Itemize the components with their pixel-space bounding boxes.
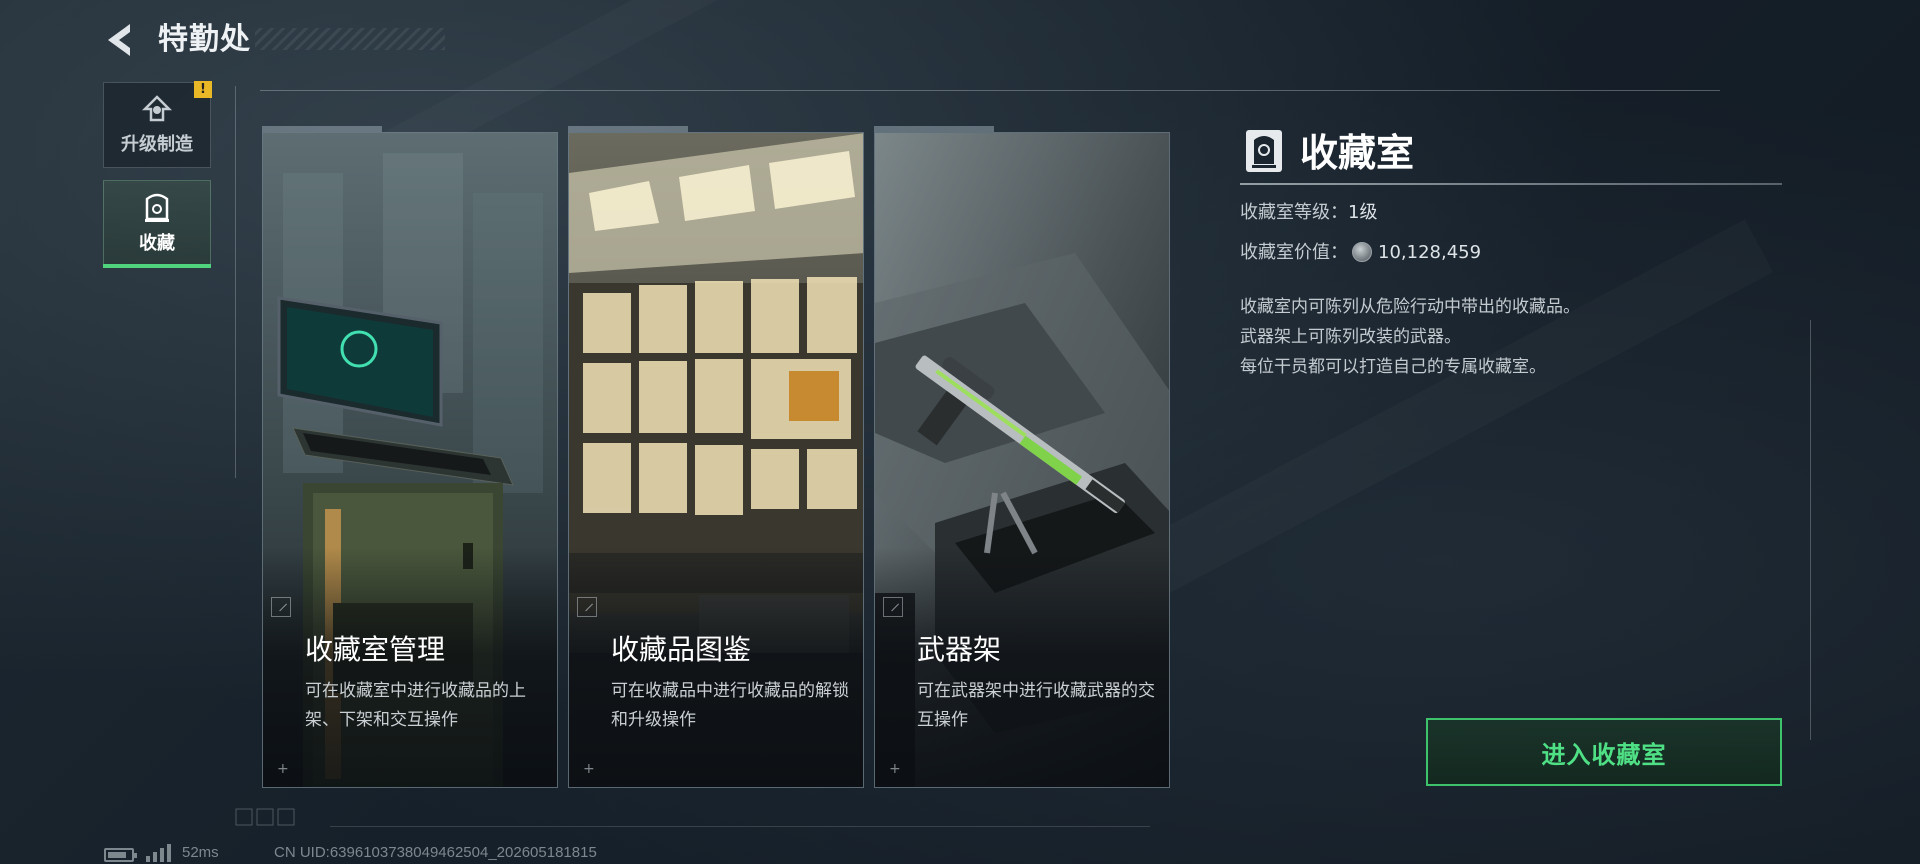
battery-icon [104,848,137,862]
panel-description: 收藏室内可陈列从危险行动中带出的收藏品。 武器架上可陈列改装的武器。 每位干员都… [1240,292,1580,382]
card-weapon-rack[interactable]: 武器架 可在武器架中进行收藏武器的交互操作 + [874,132,1170,788]
signal-icon [146,844,171,862]
plus-icon: + [889,761,901,777]
card-title: 收藏品图鉴 [611,633,752,666]
expand-icon [271,597,291,617]
sidebar-item-collection[interactable]: 收藏 [103,180,211,268]
upgrade-icon [141,95,173,122]
card-description: 可在收藏品中进行收藏品的解锁和升级操作 [611,681,849,730]
description-line: 收藏室内可陈列从危险行动中带出的收藏品。 [1240,297,1580,317]
level-value: 1级 [1348,202,1378,223]
sidebar-item-label: 收藏 [139,233,175,254]
collection-value-row: 收藏室价值： 10,128,459 [1240,241,1481,265]
card-title: 武器架 [917,633,1002,666]
card-description: 可在武器架中进行收藏武器的交互操作 [917,681,1155,730]
value-amount: 10,128,459 [1378,242,1482,263]
divider [1810,320,1811,740]
card-title: 收藏室管理 [305,633,446,666]
enter-button-label: 进入收藏室 [1541,740,1667,769]
plus-icon: + [277,761,289,777]
panel-title: 收藏室 [1300,131,1415,175]
collection-room-icon [1246,130,1282,172]
card-collection-management[interactable]: 收藏室管理 可在收藏室中进行收藏品的上架、下架和交互操作 + [262,132,558,788]
description-line: 武器架上可陈列改装的武器。 [1240,327,1461,347]
card-gradient [875,547,1169,787]
card-description: 可在收藏室中进行收藏品的上架、下架和交互操作 [305,681,526,730]
value-label: 收藏室价值： [1240,242,1348,263]
divider [260,90,1720,91]
title-decoration [255,28,445,50]
divider [330,826,1150,827]
description-line: 每位干员都可以打造自己的专属收藏室。 [1240,357,1546,377]
back-arrow-icon [108,24,130,56]
background-texture [1127,219,1773,601]
level-label: 收藏室等级： [1240,202,1348,223]
card-collection-catalog[interactable]: 收藏品图鉴 可在收藏品中进行收藏品的解锁和升级操作 + [568,132,864,788]
ping-display: 52ms [182,844,219,861]
card-gradient [263,547,557,787]
expand-icon [883,597,903,617]
corner-decoration [235,808,295,826]
divider [235,86,236,478]
sidebar-item-label: 升级制造 [121,134,193,155]
page-title: 特勤处 [158,22,251,57]
collection-level-row: 收藏室等级：1级 [1240,201,1377,225]
panel-divider [1240,183,1782,185]
alert-badge: ! [194,81,212,98]
card-gradient [569,547,863,787]
collection-icon [145,193,169,222]
enter-collection-room-button[interactable]: 进入收藏室 [1426,718,1782,786]
plus-icon: + [583,761,595,777]
coin-icon [1352,242,1372,262]
expand-icon [577,597,597,617]
sidebar-item-upgrade[interactable]: ! 升级制造 [103,81,212,168]
uid-display: CN UID:6396103738049462504_202605181815 [274,844,597,861]
back-button[interactable] [100,20,140,60]
